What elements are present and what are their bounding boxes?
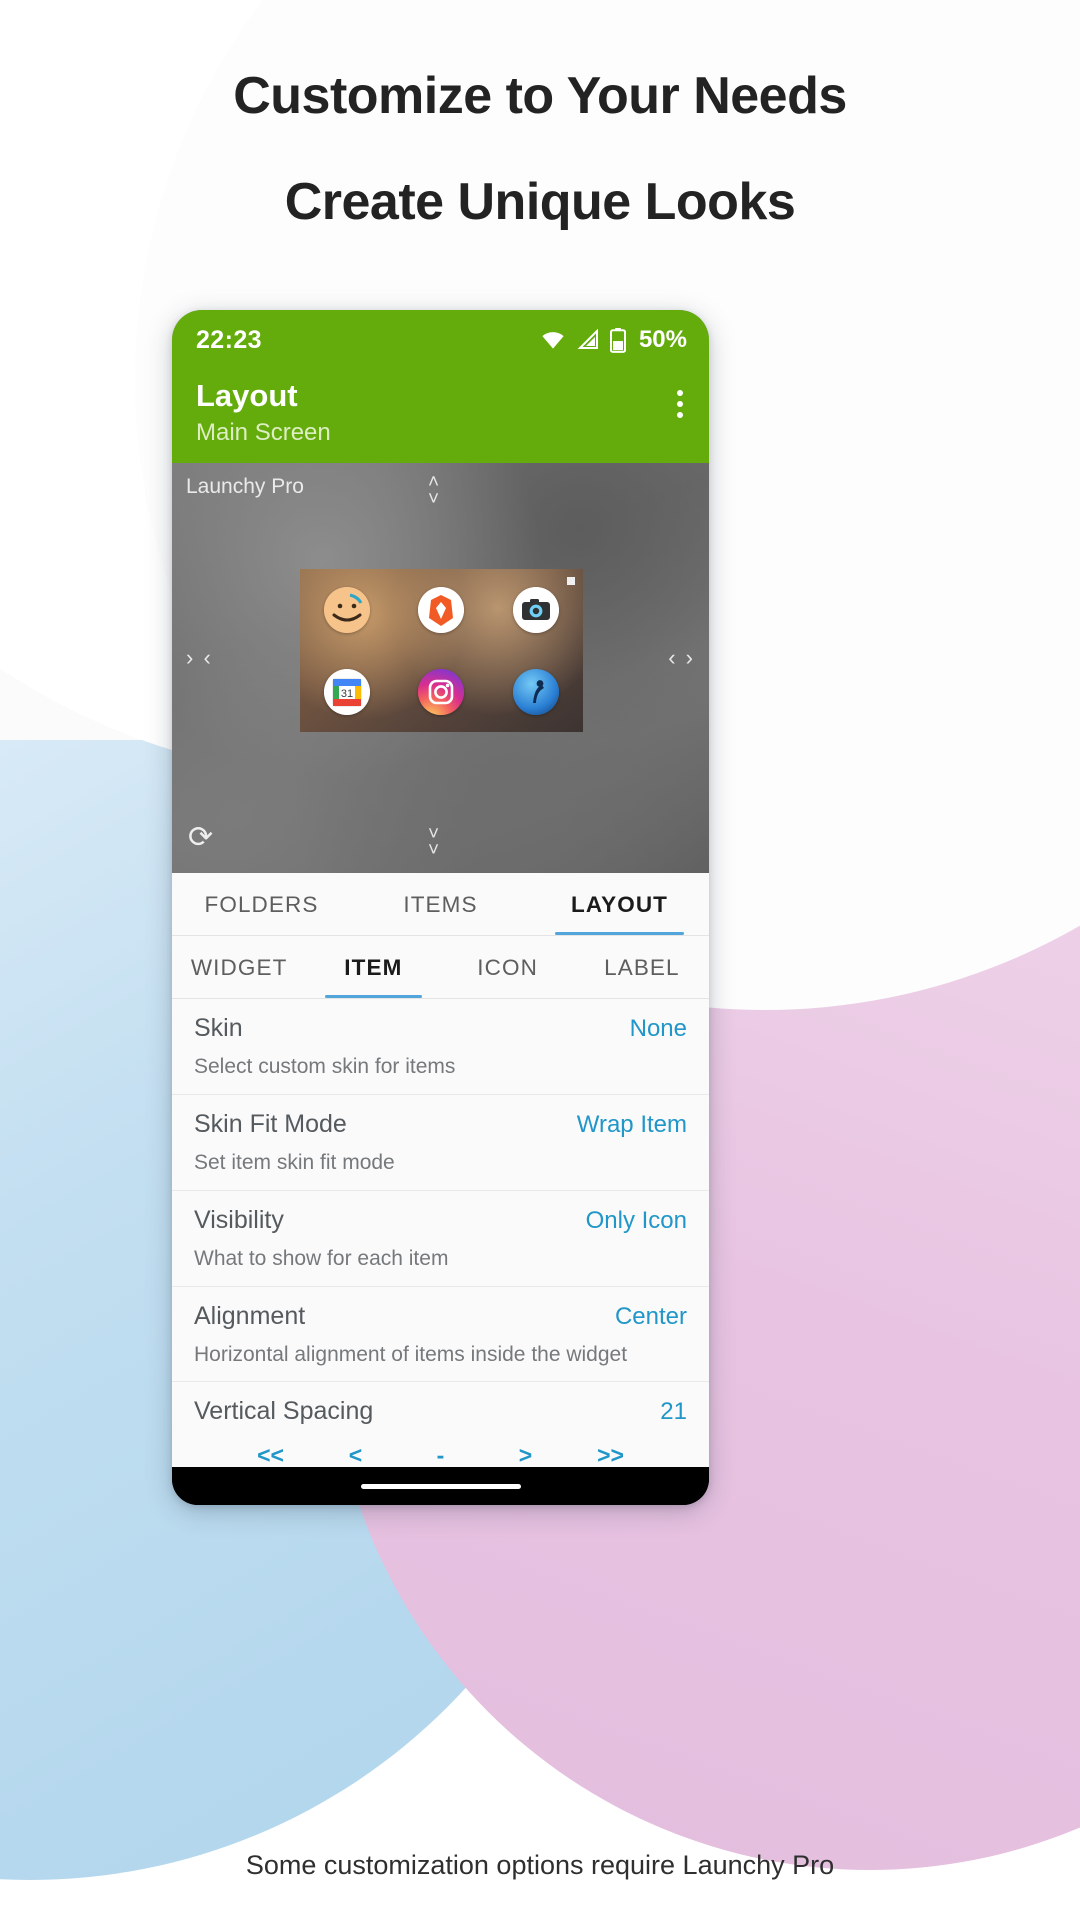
preview-left-arrows[interactable]: › ‹ bbox=[186, 647, 213, 669]
home-indicator[interactable] bbox=[360, 1483, 521, 1489]
setting-title: Skin Fit Mode bbox=[194, 1110, 347, 1139]
setting-title: Alignment bbox=[194, 1301, 306, 1330]
widget-resize-handle[interactable] bbox=[567, 577, 575, 586]
row-header: Skin None bbox=[194, 1014, 687, 1043]
preview-label: Launchy Pro bbox=[186, 475, 304, 499]
phone-mockup: 22:23 50% Layout Main Screen Launchy Pro… bbox=[172, 310, 709, 1505]
camera-icon[interactable] bbox=[512, 587, 559, 634]
signal-icon bbox=[577, 329, 598, 349]
stepper-increment-small[interactable]: > bbox=[483, 1442, 568, 1467]
setting-row-skin-fit-mode[interactable]: Skin Fit Mode Wrap Item Set item skin fi… bbox=[172, 1095, 709, 1191]
setting-title: Skin bbox=[194, 1014, 243, 1043]
preview-top-chevrons[interactable]: ˄ ˅ bbox=[428, 473, 439, 508]
tab-layout[interactable]: LAYOUT bbox=[530, 873, 709, 936]
tab-widget[interactable]: WIDGET bbox=[172, 936, 306, 998]
stepper-decrement-small[interactable]: - bbox=[398, 1442, 483, 1467]
battery-percent: 50% bbox=[638, 326, 687, 353]
stepper-decrement-large[interactable]: << bbox=[228, 1442, 313, 1467]
phone-screen: 22:23 50% Layout Main Screen Launchy Pro… bbox=[172, 310, 709, 1467]
setting-description: Horizontal alignment of items inside the… bbox=[194, 1342, 628, 1366]
status-bar: 22:23 50% bbox=[172, 310, 709, 370]
row-header: Alignment Center bbox=[194, 1302, 687, 1331]
row-header: Skin Fit Mode Wrap Item bbox=[194, 1110, 687, 1139]
setting-title: Visibility bbox=[194, 1205, 284, 1234]
preview-bottom-chevron[interactable]: ˅ ˅ bbox=[428, 825, 439, 860]
setting-row-vertical-spacing[interactable]: Vertical Spacing 21 << < - > >> Adjust t… bbox=[172, 1382, 709, 1467]
vertical-spacing-stepper[interactable]: << < - > >> bbox=[194, 1442, 687, 1467]
amazon-icon[interactable] bbox=[324, 587, 371, 634]
setting-value[interactable]: None bbox=[630, 1015, 687, 1043]
tab-icon[interactable]: ICON bbox=[441, 936, 575, 998]
status-clock: 22:23 bbox=[196, 325, 262, 354]
calendar-icon[interactable]: 31 bbox=[324, 668, 371, 715]
row-header: Visibility Only Icon bbox=[194, 1206, 687, 1235]
primary-tab-bar[interactable]: FOLDERS ITEMS LAYOUT bbox=[172, 873, 709, 937]
tab-folders[interactable]: FOLDERS bbox=[172, 873, 351, 935]
preview-right-arrows[interactable]: ‹ › bbox=[668, 647, 695, 669]
setting-value[interactable]: Wrap Item bbox=[577, 1111, 687, 1139]
stepper-increment-large[interactable]: >> bbox=[568, 1442, 653, 1467]
home-indicator-bar bbox=[172, 1467, 709, 1505]
wifi-icon bbox=[542, 332, 564, 349]
setting-value[interactable]: Center bbox=[615, 1303, 687, 1331]
setting-row-skin[interactable]: Skin None Select custom skin for items bbox=[172, 999, 709, 1096]
instagram-icon[interactable] bbox=[418, 668, 465, 715]
overflow-menu-icon[interactable] bbox=[673, 378, 687, 418]
podcast-icon[interactable] bbox=[512, 668, 559, 715]
headline-line-2: Create Unique Looks bbox=[284, 173, 796, 231]
stepper-decrement-medium[interactable]: < bbox=[313, 1442, 398, 1467]
setting-value[interactable]: Only Icon bbox=[586, 1207, 687, 1235]
setting-value[interactable]: 21 bbox=[660, 1398, 687, 1426]
brave-icon[interactable] bbox=[418, 587, 465, 634]
settings-list: Skin None Select custom skin for items S… bbox=[172, 999, 709, 1467]
setting-title: Vertical Spacing bbox=[194, 1397, 374, 1426]
battery-icon bbox=[609, 327, 626, 353]
footer-caption: Some customization options require Launc… bbox=[245, 1850, 835, 1880]
setting-row-visibility[interactable]: Visibility Only Icon What to show for ea… bbox=[172, 1191, 709, 1287]
tab-label[interactable]: LABEL bbox=[575, 936, 709, 998]
app-bar-text: Layout Main Screen bbox=[196, 378, 331, 447]
tab-item[interactable]: ITEM bbox=[306, 936, 440, 999]
status-icons: 50% bbox=[540, 326, 687, 354]
setting-description: What to show for each item bbox=[194, 1246, 449, 1270]
refresh-icon[interactable]: ⟳ bbox=[188, 820, 213, 855]
setting-description: Set item skin fit mode bbox=[194, 1151, 395, 1175]
tab-items[interactable]: ITEMS bbox=[351, 873, 530, 935]
page-subtitle: Main Screen bbox=[196, 418, 331, 446]
row-header: Vertical Spacing 21 bbox=[194, 1397, 687, 1426]
headline-line-1: Customize to Your Needs bbox=[233, 67, 847, 125]
svg-text:31: 31 bbox=[341, 688, 353, 700]
home-screen-preview[interactable]: Launchy Pro ˄ ˅ › ‹ ‹ › 31 ⟳ ˅ ˅ bbox=[172, 463, 709, 874]
app-bar: Layout Main Screen bbox=[172, 370, 709, 464]
widget-preview-box[interactable]: 31 bbox=[300, 569, 583, 733]
page-title: Layout bbox=[196, 378, 298, 413]
secondary-tab-bar[interactable]: WIDGET ITEM ICON LABEL bbox=[172, 936, 709, 1000]
setting-row-alignment[interactable]: Alignment Center Horizontal alignment of… bbox=[172, 1287, 709, 1383]
setting-description: Select custom skin for items bbox=[194, 1055, 456, 1079]
headline: Customize to Your Needs Create Unique Lo… bbox=[0, 70, 1080, 228]
